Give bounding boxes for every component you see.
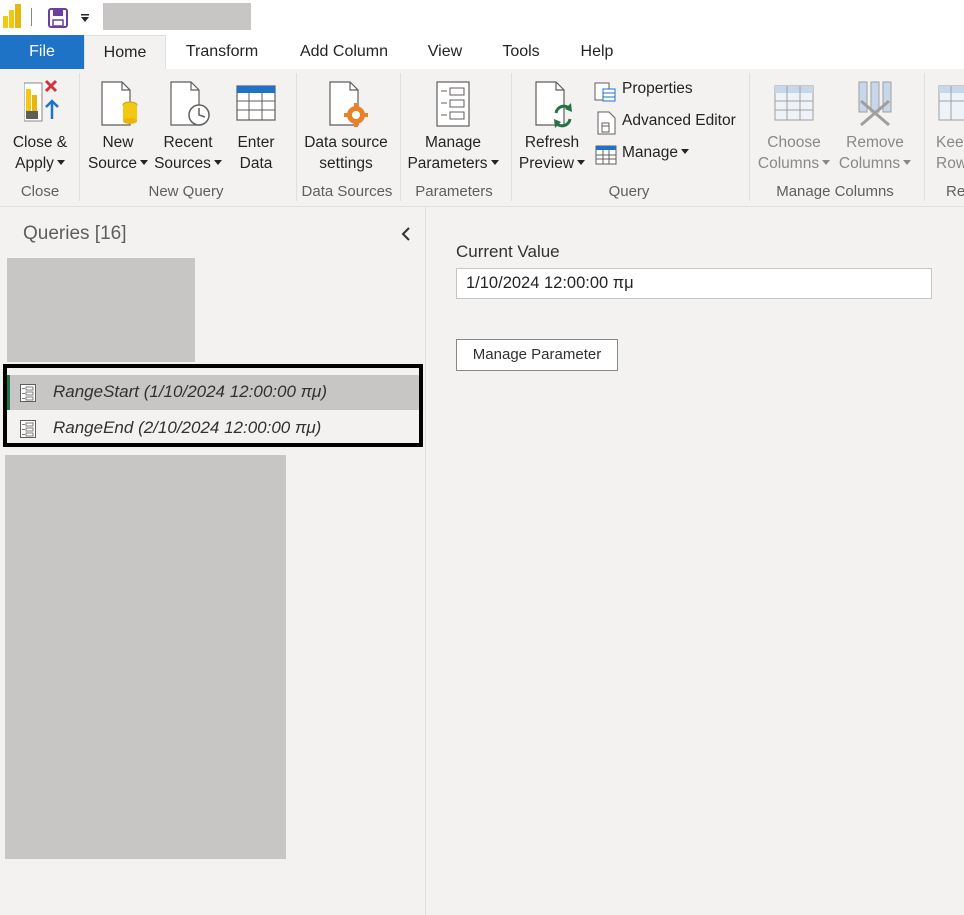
new-source-label-2: Source: [86, 153, 150, 174]
properties-label: Properties: [622, 80, 693, 97]
manage-parameters-button[interactable]: Manage Parameters: [406, 77, 500, 181]
chevron-down-icon: [213, 160, 222, 165]
refresh-preview-label-2: Preview: [516, 153, 588, 174]
title-bar: [0, 0, 964, 35]
power-bi-logo-icon: [3, 4, 21, 28]
group-label-reduce-rows: Re: [946, 183, 964, 200]
remove-columns-icon: [858, 81, 892, 127]
chevron-down-icon: [822, 160, 831, 165]
enter-data-label-1: Enter: [237, 134, 275, 151]
chevron-down-icon: [490, 160, 499, 165]
refresh-icon: [535, 81, 572, 128]
manage-label: Manage: [622, 144, 690, 162]
advanced-editor-label: Advanced Editor: [622, 112, 736, 129]
recent-sources-label-2: Sources: [153, 153, 223, 174]
manage-parameter-button[interactable]: Manage Parameter: [456, 339, 618, 371]
save-icon[interactable]: [48, 8, 68, 28]
close-apply-icon: [24, 79, 59, 122]
current-value-label: Current Value: [456, 242, 560, 261]
ribbon-tabs: File Home Transform Add Column View Tool…: [0, 35, 964, 69]
manage-parameters-label-1: Manage: [424, 134, 481, 151]
data-source-settings-icon: [329, 81, 368, 127]
group-separator: [511, 73, 512, 201]
chevron-down-icon[interactable]: [79, 12, 91, 24]
group-separator: [400, 73, 401, 201]
tab-view[interactable]: View: [418, 35, 472, 69]
window-title-redacted: [103, 3, 251, 30]
chevron-down-icon: [577, 160, 586, 165]
enter-data-label-2: Data: [239, 155, 273, 172]
tab-add-column[interactable]: Add Column: [288, 35, 400, 69]
chevron-down-icon: [681, 149, 690, 154]
close-apply-button[interactable]: Close & Apply: [4, 77, 76, 181]
choose-columns-label-1: Choose: [767, 134, 821, 151]
refresh-preview-button[interactable]: Refresh Preview: [516, 77, 588, 181]
highlight-annotation-box: [3, 364, 423, 447]
queries-pane: Queries [16] RangeStart (1/10/2024 12:00…: [0, 207, 426, 915]
new-source-icon: [101, 81, 138, 126]
tab-transform[interactable]: Transform: [172, 35, 272, 69]
close-apply-label-2: Apply: [4, 153, 76, 174]
tab-tools[interactable]: Tools: [493, 35, 549, 69]
table-icon: [236, 85, 276, 121]
parameter-editor: Current Value 1/10/2024 12:00:00 πμ Mana…: [426, 207, 964, 915]
chevron-left-icon[interactable]: [398, 226, 414, 242]
ribbon: Close & Apply Close New Source Recent So…: [0, 69, 964, 207]
advanced-editor-button[interactable]: Advanced Editor: [594, 110, 744, 136]
redacted-query-list: [5, 455, 286, 859]
group-separator: [749, 73, 750, 201]
recent-sources-icon: [170, 81, 210, 126]
refresh-preview-label-1: Refresh: [524, 134, 580, 151]
redacted-query-list: [7, 258, 195, 362]
queries-title: Queries [16]: [23, 223, 127, 244]
tab-home[interactable]: Home: [84, 35, 166, 69]
group-label-parameters: Parameters: [415, 183, 493, 200]
properties-button[interactable]: Properties: [594, 78, 734, 104]
advanced-editor-icon: [597, 111, 616, 135]
new-source-button[interactable]: New Source: [86, 77, 150, 181]
data-source-settings-label-1: Data source: [304, 134, 388, 151]
properties-icon: [594, 82, 616, 102]
remove-columns-label-1: Remove: [846, 134, 904, 151]
group-label-close: Close: [20, 183, 60, 200]
choose-columns-icon: [774, 85, 814, 121]
manage-parameters-label-2: Parameters: [406, 153, 500, 174]
close-apply-label-1: Close &: [12, 134, 68, 151]
keep-rows-button: Kee Row: [930, 77, 964, 181]
enter-data-button[interactable]: Enter Data: [228, 77, 284, 181]
manage-parameters-icon: [436, 81, 470, 127]
tab-help[interactable]: Help: [570, 35, 624, 69]
group-separator: [79, 73, 80, 201]
chevron-down-icon: [903, 160, 912, 165]
remove-columns-label-2: Columns: [835, 153, 915, 174]
data-source-settings-label-2: settings: [319, 155, 373, 172]
recent-sources-button[interactable]: Recent Sources: [153, 77, 223, 181]
choose-columns-label-2: Columns: [755, 153, 833, 174]
keep-rows-icon: [938, 85, 964, 121]
group-label-new-query: New Query: [148, 183, 224, 200]
keep-rows-label-2: Row: [936, 155, 964, 172]
group-label-manage-columns: Manage Columns: [776, 183, 894, 200]
group-separator: [296, 73, 297, 201]
manage-button[interactable]: Manage: [594, 142, 704, 168]
tab-file[interactable]: File: [0, 35, 84, 69]
chevron-down-icon: [56, 160, 65, 165]
chevron-down-icon: [140, 160, 149, 165]
current-value-input[interactable]: 1/10/2024 12:00:00 πμ: [456, 268, 932, 299]
group-separator: [924, 73, 925, 201]
remove-columns-button: Remove Columns: [835, 77, 915, 181]
new-source-label-1: New: [102, 134, 134, 151]
group-label-data-sources: Data Sources: [301, 183, 393, 200]
group-label-query: Query: [608, 183, 650, 200]
table-icon: [595, 145, 617, 165]
recent-sources-label-1: Recent: [163, 134, 213, 151]
choose-columns-button: Choose Columns: [755, 77, 833, 181]
keep-rows-label-1: Kee: [936, 134, 964, 151]
data-source-settings-button[interactable]: Data source settings: [300, 77, 392, 181]
title-separator: [31, 8, 32, 26]
